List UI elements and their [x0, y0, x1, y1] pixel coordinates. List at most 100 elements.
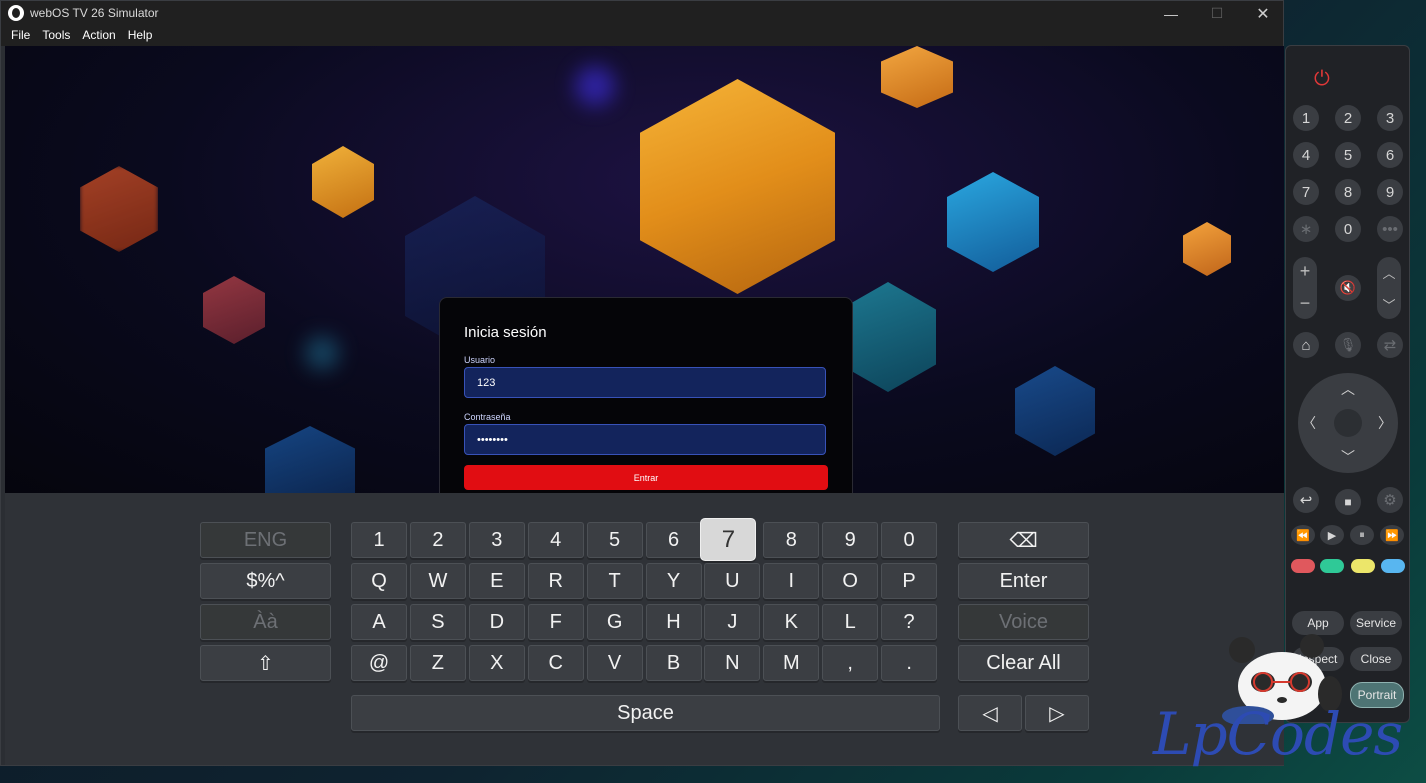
key-at[interactable]: @: [351, 645, 407, 681]
key-9[interactable]: 9: [822, 522, 879, 558]
yellow-button[interactable]: [1351, 559, 1375, 573]
dpad-right-icon[interactable]: 〉: [1378, 413, 1392, 433]
submit-button[interactable]: Entrar: [464, 465, 828, 490]
key-y[interactable]: Y: [645, 563, 702, 599]
digit-0-button[interactable]: 0: [1335, 216, 1361, 242]
key-e[interactable]: E: [468, 563, 525, 599]
password-field[interactable]: ••••••••: [464, 424, 826, 455]
asterisk-icon[interactable]: ∗: [1293, 216, 1319, 242]
key-z[interactable]: Z: [409, 645, 466, 681]
key-c[interactable]: C: [527, 645, 584, 681]
key-question[interactable]: ?: [881, 604, 938, 640]
key-7[interactable]: 7: [700, 518, 757, 561]
fast-forward-icon[interactable]: ⏩: [1380, 525, 1404, 545]
key-r[interactable]: R: [527, 563, 584, 599]
red-button[interactable]: [1291, 559, 1315, 573]
clear-all-key[interactable]: Clear All: [958, 645, 1089, 681]
username-field[interactable]: 123: [464, 367, 826, 398]
key-5[interactable]: 5: [586, 522, 643, 558]
dpad[interactable]: ︿ ﹀ 〈 〉: [1298, 373, 1398, 473]
digit-4-button[interactable]: 4: [1293, 142, 1319, 168]
mute-icon[interactable]: 🔇: [1335, 275, 1361, 301]
key-g[interactable]: G: [586, 604, 643, 640]
mic-icon[interactable]: 🎙: [1335, 332, 1361, 358]
key-u[interactable]: U: [704, 563, 761, 599]
key-m[interactable]: M: [763, 645, 820, 681]
minimize-button[interactable]: —: [1148, 1, 1194, 26]
volume-rocker[interactable]: + −: [1293, 257, 1317, 319]
volume-up-icon[interactable]: +: [1293, 261, 1317, 282]
cursor-left-key[interactable]: ◁: [958, 695, 1022, 731]
digit-7-button[interactable]: 7: [1293, 179, 1319, 205]
digit-1-button[interactable]: 1: [1293, 105, 1319, 131]
menu-file[interactable]: File: [1, 26, 36, 46]
key-4[interactable]: 4: [527, 522, 584, 558]
volume-down-icon[interactable]: −: [1293, 293, 1317, 314]
pause-icon[interactable]: ⏸: [1350, 525, 1374, 545]
menu-help[interactable]: Help: [122, 26, 159, 46]
settings-icon[interactable]: ⚙: [1377, 487, 1403, 513]
more-icon[interactable]: •••: [1377, 216, 1403, 242]
key-p[interactable]: P: [881, 563, 938, 599]
digit-8-button[interactable]: 8: [1335, 179, 1361, 205]
key-8[interactable]: 8: [763, 522, 820, 558]
key-o[interactable]: O: [822, 563, 879, 599]
channel-up-icon[interactable]: ︿: [1377, 263, 1401, 282]
menu-tools[interactable]: Tools: [36, 26, 76, 46]
key-0[interactable]: 0: [881, 522, 938, 558]
key-h[interactable]: H: [645, 604, 702, 640]
key-i[interactable]: I: [763, 563, 820, 599]
digit-9-button[interactable]: 9: [1377, 179, 1403, 205]
accents-key[interactable]: Àà: [200, 604, 331, 640]
language-key[interactable]: ENG: [200, 522, 331, 558]
voice-key[interactable]: Voice: [958, 604, 1089, 640]
close-button[interactable]: ✕: [1240, 1, 1286, 26]
key-period[interactable]: .: [881, 645, 938, 681]
dpad-down-icon[interactable]: ﹀: [1341, 447, 1355, 467]
digit-5-button[interactable]: 5: [1335, 142, 1361, 168]
key-j[interactable]: J: [704, 604, 761, 640]
key-t[interactable]: T: [586, 563, 643, 599]
key-6[interactable]: 6: [645, 522, 702, 558]
digit-3-button[interactable]: 3: [1377, 105, 1403, 131]
dpad-up-icon[interactable]: ︿: [1341, 379, 1355, 399]
dpad-ok-button[interactable]: [1334, 409, 1362, 437]
key-d[interactable]: D: [468, 604, 525, 640]
rewind-icon[interactable]: ⏪: [1291, 525, 1315, 545]
enter-key[interactable]: Enter: [958, 563, 1089, 599]
home-icon[interactable]: ⌂: [1293, 332, 1319, 358]
key-s[interactable]: S: [409, 604, 466, 640]
remote-close-button[interactable]: Close: [1350, 647, 1402, 671]
key-a[interactable]: A: [351, 604, 407, 640]
key-1[interactable]: 1: [351, 522, 407, 558]
channel-rocker[interactable]: ︿ ﹀: [1377, 257, 1401, 319]
menu-action[interactable]: Action: [76, 26, 121, 46]
key-q[interactable]: Q: [351, 563, 407, 599]
key-b[interactable]: B: [645, 645, 702, 681]
key-x[interactable]: X: [468, 645, 525, 681]
back-icon[interactable]: ↩: [1293, 487, 1319, 513]
backspace-key[interactable]: ⌫: [958, 522, 1089, 558]
stop-icon[interactable]: ■: [1335, 489, 1361, 515]
key-n[interactable]: N: [704, 645, 761, 681]
key-k[interactable]: K: [763, 604, 820, 640]
channel-down-icon[interactable]: ﹀: [1377, 295, 1401, 314]
power-button[interactable]: ⏻: [1314, 68, 1330, 91]
key-2[interactable]: 2: [409, 522, 466, 558]
key-w[interactable]: W: [409, 563, 466, 599]
symbols-key[interactable]: $%^: [200, 563, 331, 599]
key-f[interactable]: F: [527, 604, 584, 640]
blue-button[interactable]: [1381, 559, 1405, 573]
digit-2-button[interactable]: 2: [1335, 105, 1361, 131]
green-button[interactable]: [1320, 559, 1344, 573]
shift-key[interactable]: ⇧: [200, 645, 331, 681]
key-comma[interactable]: ,: [822, 645, 879, 681]
key-l[interactable]: L: [822, 604, 879, 640]
service-button[interactable]: Service: [1350, 611, 1402, 635]
dpad-left-icon[interactable]: 〈: [1302, 413, 1316, 433]
maximize-button[interactable]: ☐: [1194, 1, 1240, 26]
key-v[interactable]: V: [586, 645, 643, 681]
input-icon[interactable]: ⇄: [1377, 332, 1403, 358]
digit-6-button[interactable]: 6: [1377, 142, 1403, 168]
play-icon[interactable]: ▶: [1320, 525, 1344, 545]
